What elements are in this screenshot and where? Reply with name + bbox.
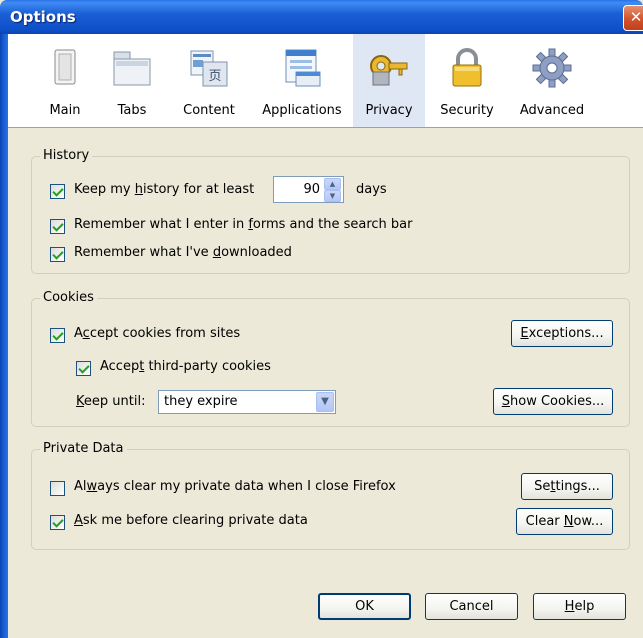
show-cookies-button[interactable]: Show Cookies... — [493, 388, 613, 415]
remember-forms-label: Remember what I enter in forms and the s… — [74, 217, 413, 232]
category-toolbar: Main Tabs 页 Content Applications Privacy… — [8, 34, 643, 128]
tab-privacy[interactable]: Privacy — [353, 34, 425, 127]
tab-applications-label: Applications — [262, 103, 342, 118]
window-border — [0, 34, 8, 638]
spin-up-button[interactable]: ▲ — [324, 178, 341, 190]
accept-cookies-label: Accept cookies from sites — [74, 326, 241, 341]
accept-cookies-checkbox[interactable] — [50, 328, 65, 343]
tab-privacy-label: Privacy — [365, 103, 413, 118]
tab-main-label: Main — [49, 103, 81, 118]
lock-icon — [447, 48, 487, 88]
remember-downloads-checkbox[interactable] — [50, 247, 65, 262]
keep-history-checkbox[interactable] — [50, 184, 65, 199]
options-window: Options ✕ Main Tabs 页 Content Applicatio… — [0, 0, 643, 638]
ask-before-clearing-label: Ask me before clearing private data — [74, 513, 308, 528]
keep-until-select[interactable]: they expire ▼ — [158, 390, 336, 414]
cancel-button[interactable]: Cancel — [425, 593, 518, 620]
remember-downloads-label: Remember what I've downloaded — [74, 245, 292, 260]
title-bar: Options ✕ — [0, 0, 643, 34]
chevron-down-icon[interactable]: ▼ — [316, 392, 334, 412]
tab-advanced[interactable]: Advanced — [513, 34, 591, 127]
always-clear-checkbox[interactable] — [50, 481, 65, 496]
accept-third-party-label: Accept third-party cookies — [100, 359, 271, 374]
tab-tabs-label: Tabs — [117, 103, 147, 118]
tab-advanced-label: Advanced — [519, 103, 585, 118]
tab-content-label: Content — [183, 103, 235, 118]
tab-tabs[interactable]: Tabs — [106, 34, 158, 127]
tab-security-label: Security — [440, 103, 494, 118]
keep-until-value: they expire — [164, 394, 238, 409]
privacy-icon — [369, 48, 409, 88]
tab-applications[interactable]: Applications — [258, 34, 346, 127]
history-days-input[interactable]: 90 ▲ ▼ — [273, 176, 344, 203]
history-group-title: History — [40, 148, 93, 163]
content-icon: 页 — [189, 48, 229, 88]
history-days-value: 90 — [303, 182, 320, 197]
help-button[interactable]: Help — [533, 593, 626, 620]
applications-icon — [282, 48, 322, 88]
settings-button[interactable]: Settings... — [521, 473, 613, 500]
keep-history-label: Keep my history for at least — [74, 182, 255, 197]
ok-button[interactable]: OK — [318, 593, 411, 620]
accept-third-party-checkbox[interactable] — [76, 361, 91, 376]
tab-main[interactable]: Main — [40, 34, 90, 127]
ask-before-clearing-checkbox[interactable] — [50, 515, 65, 530]
exceptions-button[interactable]: Exceptions... — [511, 320, 613, 347]
spin-down-button[interactable]: ▼ — [324, 190, 341, 202]
clear-now-button[interactable]: Clear Now... — [516, 508, 613, 535]
tabs-icon — [112, 48, 152, 88]
tab-security[interactable]: Security — [436, 34, 498, 127]
private-data-group-title: Private Data — [40, 441, 127, 456]
always-clear-label: Always clear my private data when I clos… — [74, 479, 396, 494]
gear-icon — [532, 48, 572, 88]
window-title: Options — [10, 8, 76, 26]
tab-content[interactable]: 页 Content — [176, 34, 242, 127]
keep-until-label: Keep until: — [76, 394, 146, 409]
content-glyph: 页 — [208, 69, 221, 84]
remember-forms-checkbox[interactable] — [50, 219, 65, 234]
days-label: days — [356, 182, 387, 197]
main-icon — [45, 48, 85, 88]
cookies-group-title: Cookies — [40, 290, 97, 305]
close-button[interactable]: ✕ — [623, 5, 643, 31]
